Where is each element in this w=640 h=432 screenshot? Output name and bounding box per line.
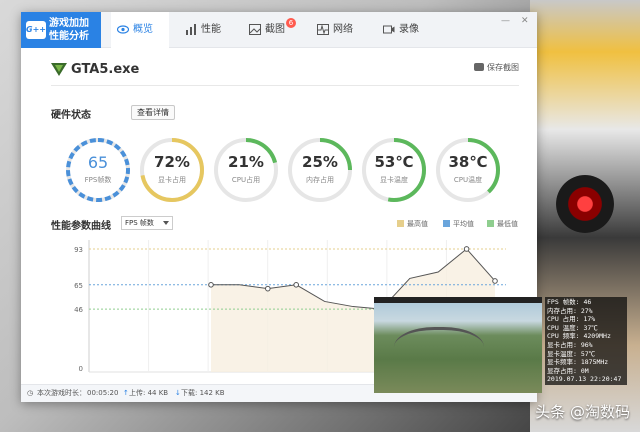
data-point <box>293 282 300 288</box>
stats-line: 显存占用: 0M <box>547 366 589 375</box>
stats-line: CPU 频率: 4209MHz <box>547 332 611 341</box>
clock-icon: ◷ <box>27 389 34 397</box>
game-preview-thumbnail <box>374 297 542 393</box>
logo-badge: G++ <box>26 21 46 39</box>
stats-line: FPS 帧数: 46 <box>547 298 592 306</box>
tab-label: 性能 <box>201 24 221 35</box>
stats-line: 2019.07.13 22:20:47 <box>547 375 622 384</box>
tab-label: 网络 <box>333 24 353 35</box>
stats-line: 显卡占用: 96% <box>547 340 593 349</box>
duration-label: 本次游戏时长： <box>37 389 86 397</box>
y-tick-label: 46 <box>74 306 83 314</box>
data-point <box>208 282 214 288</box>
y-tick-label: 93 <box>74 246 83 254</box>
watermark: 头条 @淘数码 <box>535 403 630 421</box>
wallpaper-robot-eye <box>556 175 614 233</box>
image-icon <box>249 24 261 35</box>
logo-line-2: 性能分析 <box>49 31 89 42</box>
title-bar: G++ 游戏加加 性能分析 概览 性能 截图 6 网络 录像 — ✕ <box>21 12 537 48</box>
stats-overlay: FPS 帧数: 46 内存占用: 27% CPU 占用: 17% CPU 温度: 37… <box>545 297 627 385</box>
tab-screenshot[interactable]: 截图 6 <box>243 12 301 48</box>
bar-chart-icon <box>186 24 196 35</box>
thumbnail-toolbar <box>374 297 542 303</box>
upload-amount: 上传: 44 KB <box>129 389 169 397</box>
tab-label: 录像 <box>399 24 419 35</box>
stats-line: 显卡频率: 1875MHz <box>547 358 609 367</box>
tab-network[interactable]: 网络 <box>311 12 369 48</box>
data-point <box>463 246 470 252</box>
notification-badge: 6 <box>286 18 296 28</box>
upload-arrow-icon: ↑ <box>123 389 129 397</box>
tab-label: 截图 <box>265 24 285 35</box>
tab-performance[interactable]: 性能 <box>179 12 237 48</box>
duration-value: 00:05:20 <box>87 389 119 397</box>
app-logo: G++ 游戏加加 性能分析 <box>21 12 101 48</box>
tab-overview[interactable]: 概览 <box>111 12 169 48</box>
minimize-button[interactable]: — <box>501 16 510 26</box>
data-point <box>265 285 271 292</box>
stats-line: 显卡温度: 57℃ <box>547 349 596 358</box>
download-arrow-icon: ↓ <box>175 389 181 397</box>
y-tick-label: 0 <box>79 365 83 373</box>
eye-icon <box>117 25 129 34</box>
data-point <box>492 278 498 284</box>
tab-recording[interactable]: 录像 <box>377 12 435 48</box>
close-button[interactable]: ✕ <box>521 16 529 26</box>
download-amount: 下载: 142 KB <box>181 389 225 397</box>
tab-label: 概览 <box>133 24 153 35</box>
video-icon <box>383 25 395 34</box>
y-tick-label: 65 <box>74 282 83 290</box>
stats-line: 内存占用: 27% <box>547 306 593 315</box>
stats-line: CPU 占用: 17% <box>547 315 596 324</box>
network-icon <box>317 24 329 35</box>
logo-line-1: 游戏加加 <box>49 18 89 29</box>
